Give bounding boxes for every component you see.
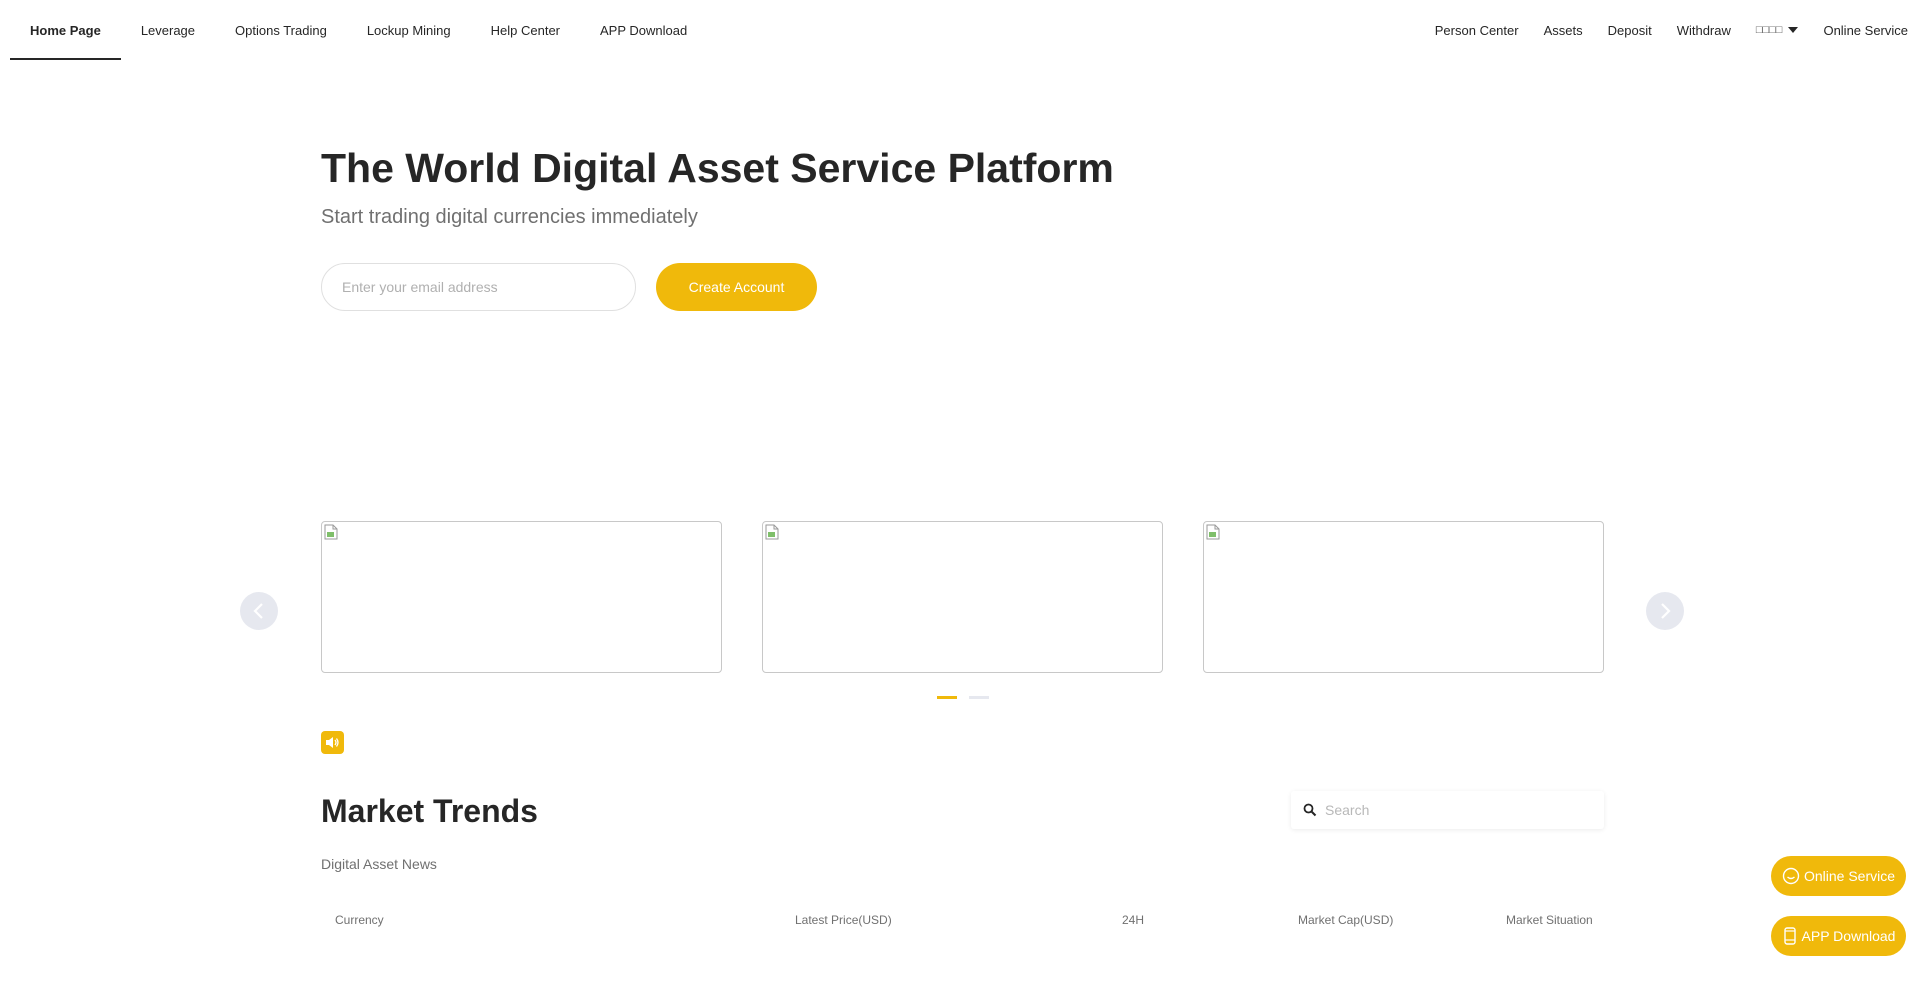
nav-item-app-download[interactable]: APP Download — [580, 0, 707, 60]
nav-item-leverage[interactable]: Leverage — [121, 0, 215, 60]
column-header-currency: Currency — [335, 913, 384, 927]
broken-image-icon — [324, 524, 338, 540]
nav-online-service[interactable]: Online Service — [1823, 23, 1908, 38]
language-selector[interactable]: □□□□ — [1756, 24, 1799, 36]
chevron-left-icon — [253, 603, 263, 619]
hero-subtitle: Start trading digital currencies immedia… — [321, 206, 698, 228]
email-input[interactable] — [321, 263, 636, 311]
floating-online-service-label: Online Service — [1803, 868, 1896, 884]
nav-item-lockup-mining[interactable]: Lockup Mining — [347, 0, 471, 60]
nav-item-help-center[interactable]: Help Center — [471, 0, 580, 60]
carousel-banner[interactable] — [762, 521, 1163, 673]
carousel-pagination — [937, 696, 1001, 699]
carousel-prev-button[interactable] — [240, 592, 278, 630]
caret-down-icon — [1788, 27, 1799, 33]
nav-person-center[interactable]: Person Center — [1435, 23, 1519, 38]
carousel-banner[interactable] — [321, 521, 722, 673]
market-search — [1291, 791, 1604, 829]
market-trends-title: Market Trends — [321, 793, 538, 829]
carousel-dot[interactable] — [969, 696, 989, 699]
search-icon — [1303, 803, 1317, 817]
floating-app-download-button[interactable]: APP Download — [1771, 916, 1906, 956]
column-header-24h: 24H — [1122, 913, 1145, 927]
nav-item-options-trading[interactable]: Options Trading — [215, 0, 347, 60]
speaker-glyph — [326, 737, 339, 748]
chevron-right-icon — [1661, 603, 1671, 619]
mobile-phone-icon — [1782, 927, 1798, 945]
floating-app-download-label: APP Download — [1801, 928, 1896, 944]
create-account-button[interactable]: Create Account — [656, 263, 817, 311]
hero-title: The World Digital Asset Service Platform — [321, 145, 1114, 191]
column-header-market-situation: Market Situation — [1506, 913, 1593, 927]
top-navigation: Home Page Leverage Options Trading Locku… — [0, 0, 1920, 60]
broken-image-icon — [1206, 524, 1220, 540]
floating-online-service-button[interactable]: Online Service — [1771, 856, 1906, 896]
carousel-dot[interactable] — [937, 696, 957, 699]
column-header-market-cap: Market Cap(USD) — [1298, 913, 1394, 927]
search-input[interactable] — [1323, 801, 1583, 819]
broken-image-icon — [765, 524, 779, 540]
nav-deposit[interactable]: Deposit — [1608, 23, 1652, 38]
nav-assets[interactable]: Assets — [1544, 23, 1583, 38]
column-header-latest-price: Latest Price(USD) — [795, 913, 892, 927]
user-nav: Person Center Assets Deposit Withdraw □□… — [1410, 0, 1908, 60]
chat-bubble-icon — [1782, 867, 1800, 885]
language-label: □□□□ — [1755, 24, 1783, 36]
market-trends-subtitle: Digital Asset News — [321, 856, 437, 872]
nav-item-home-page[interactable]: Home Page — [10, 0, 121, 60]
main-nav: Home Page Leverage Options Trading Locku… — [10, 0, 707, 60]
nav-withdraw[interactable]: Withdraw — [1677, 23, 1731, 38]
speaker-icon — [321, 731, 344, 754]
carousel-banner[interactable] — [1203, 521, 1604, 673]
carousel-next-button[interactable] — [1646, 592, 1684, 630]
